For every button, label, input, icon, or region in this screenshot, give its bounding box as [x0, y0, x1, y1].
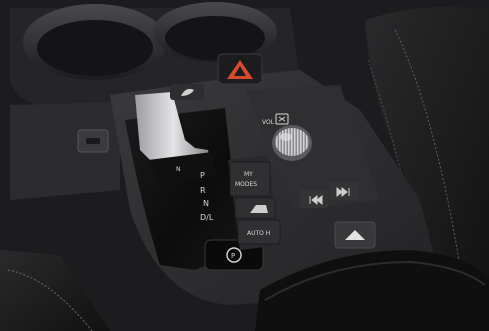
hill-descent-button[interactable]: [234, 197, 276, 219]
auto-hold-button[interactable]: AUTO H: [237, 219, 281, 245]
cupholder-left-inner: [37, 20, 153, 76]
volume-knob[interactable]: [272, 125, 312, 161]
gear-label-drive: D/L: [200, 213, 214, 222]
neutral-mark: N: [176, 166, 181, 173]
previous-track-button[interactable]: [300, 190, 328, 208]
gear-label-neutral: N: [203, 199, 209, 208]
hazard-button[interactable]: [217, 53, 263, 85]
car-center-console-photo: N P R N D/L P MY MODES AUTO H VOL: [0, 0, 489, 331]
my-modes-button[interactable]: MY MODES: [229, 161, 271, 197]
vol-label: VOL: [262, 119, 275, 126]
gear-label-park: P: [200, 171, 205, 180]
cupholder-right-inner: [165, 16, 265, 60]
parking-brake-icon-letter: P: [231, 252, 235, 260]
usb-port-icon: [86, 138, 100, 144]
my-modes-label-line1: MY: [244, 171, 253, 178]
console-scene: N P R N D/L P MY MODES AUTO H VOL: [0, 0, 489, 331]
gear-label-reverse: R: [200, 186, 206, 195]
eco-drive-button[interactable]: [170, 84, 204, 100]
eject-button[interactable]: [334, 221, 376, 249]
my-modes-label-line2: MODES: [235, 181, 257, 188]
auto-hold-label: AUTO H: [247, 230, 270, 237]
next-track-button[interactable]: [330, 182, 358, 200]
